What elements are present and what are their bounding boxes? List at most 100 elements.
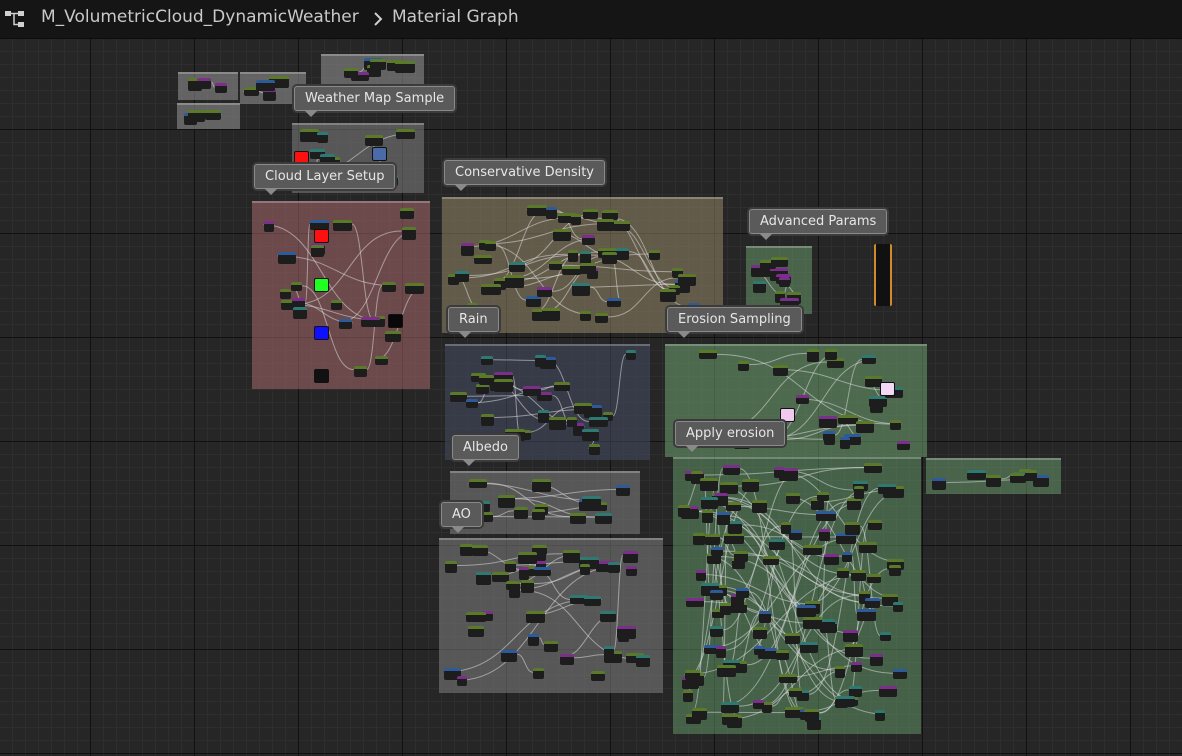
material-node[interactable]	[710, 546, 723, 556]
material-node[interactable]	[581, 496, 601, 508]
material-node[interactable]	[279, 289, 291, 299]
material-node[interactable]	[505, 561, 517, 573]
material-node[interactable]	[456, 676, 467, 687]
material-node[interactable]	[699, 477, 718, 491]
material-node[interactable]	[396, 129, 416, 140]
material-node[interactable]	[548, 261, 562, 271]
material-node[interactable]	[579, 263, 596, 275]
material-node[interactable]	[582, 429, 600, 442]
material-node[interactable]	[701, 509, 713, 523]
comment-title-albedo[interactable]: Albedo	[452, 435, 519, 466]
material-node[interactable]	[534, 355, 546, 368]
material-node[interactable]	[800, 642, 819, 654]
material-node[interactable]	[603, 646, 614, 658]
material-node[interactable]	[807, 349, 820, 363]
material-node[interactable]	[468, 479, 487, 489]
material-node[interactable]	[528, 633, 540, 646]
material-node[interactable]	[704, 533, 720, 545]
material-node[interactable]	[752, 500, 768, 514]
material-node[interactable]	[866, 573, 881, 583]
material-node[interactable]	[277, 251, 296, 264]
material-node[interactable]	[789, 529, 803, 540]
comment-title-conservative-density[interactable]: Conservative Density	[444, 160, 606, 191]
material-node[interactable]	[513, 506, 528, 519]
material-node[interactable]	[601, 252, 617, 265]
material-node[interactable]	[596, 219, 614, 232]
material-node[interactable]	[465, 611, 486, 622]
material-node[interactable]	[717, 664, 737, 677]
material-node[interactable]	[595, 312, 609, 323]
material-node[interactable]	[562, 549, 580, 563]
material-node[interactable]	[395, 61, 416, 74]
material-node[interactable]	[519, 566, 530, 580]
material-node[interactable]	[480, 413, 494, 426]
material-node[interactable]	[310, 245, 324, 258]
material-node[interactable]	[481, 355, 494, 365]
material-node[interactable]	[588, 444, 600, 456]
material-node[interactable]	[580, 251, 592, 265]
material-node[interactable]	[896, 441, 910, 451]
material-node[interactable]	[822, 431, 835, 442]
material-node[interactable]	[559, 653, 574, 665]
material-node[interactable]	[316, 132, 328, 144]
material-node[interactable]	[724, 532, 745, 544]
material-node[interactable]	[471, 544, 488, 556]
comment-title-ao[interactable]: AO	[441, 502, 482, 533]
material-node[interactable]	[803, 544, 823, 555]
material-node[interactable]	[573, 402, 592, 414]
material-node[interactable]	[537, 287, 553, 298]
material-node[interactable]	[636, 655, 651, 668]
material-node[interactable]	[353, 365, 367, 377]
material-node[interactable]	[467, 625, 484, 637]
material-node[interactable]	[332, 220, 352, 232]
material-node[interactable]	[819, 529, 831, 542]
material-node[interactable]	[188, 110, 206, 123]
material-node[interactable]	[845, 522, 861, 536]
material-node[interactable]	[493, 378, 513, 392]
material-node[interactable]	[853, 485, 864, 499]
material-node[interactable]	[823, 553, 839, 565]
material-node[interactable]	[986, 474, 1002, 487]
material-node[interactable]	[545, 206, 557, 219]
material-node[interactable]	[728, 520, 743, 534]
material-node[interactable]	[784, 632, 800, 644]
material-node[interactable]	[339, 318, 353, 329]
material-node[interactable]	[932, 478, 947, 491]
breadcrumb-asset-name[interactable]: M_VolumetricCloud_DynamicWeather	[41, 7, 359, 27]
material-node[interactable]	[845, 643, 864, 657]
material-node[interactable]	[803, 708, 819, 721]
material-node[interactable]	[762, 555, 779, 565]
material-node[interactable]	[778, 673, 797, 683]
material-node[interactable]	[773, 365, 789, 377]
material-node[interactable]	[375, 355, 389, 365]
material-node[interactable]	[722, 464, 740, 475]
material-node[interactable]	[678, 273, 697, 286]
material-node[interactable]	[612, 220, 630, 231]
material-node[interactable]	[506, 581, 521, 591]
material-node[interactable]	[370, 59, 387, 71]
color-preview-node[interactable]	[314, 369, 329, 383]
material-node[interactable]	[648, 249, 660, 260]
material-node[interactable]	[692, 708, 708, 721]
material-node[interactable]	[701, 496, 719, 509]
material-node[interactable]	[473, 254, 492, 264]
material-node[interactable]	[580, 310, 592, 321]
material-node[interactable]	[549, 416, 567, 430]
material-node[interactable]	[382, 281, 397, 292]
material-node[interactable]	[582, 234, 596, 245]
material-node[interactable]	[803, 617, 823, 630]
material-node[interactable]	[878, 686, 897, 698]
material-node[interactable]	[715, 646, 726, 659]
material-node[interactable]	[520, 579, 534, 593]
material-node[interactable]	[847, 497, 862, 510]
material-node[interactable]	[542, 308, 561, 322]
material-node[interactable]	[753, 646, 765, 656]
material-node[interactable]	[526, 205, 547, 217]
material-node[interactable]	[570, 213, 581, 225]
material-node[interactable]	[572, 283, 591, 297]
comment-title-erosion-sampling[interactable]: Erosion Sampling	[667, 307, 802, 338]
material-node[interactable]	[780, 522, 791, 535]
material-node[interactable]	[588, 417, 608, 428]
material-node[interactable]	[444, 561, 457, 574]
material-node[interactable]	[692, 532, 705, 545]
